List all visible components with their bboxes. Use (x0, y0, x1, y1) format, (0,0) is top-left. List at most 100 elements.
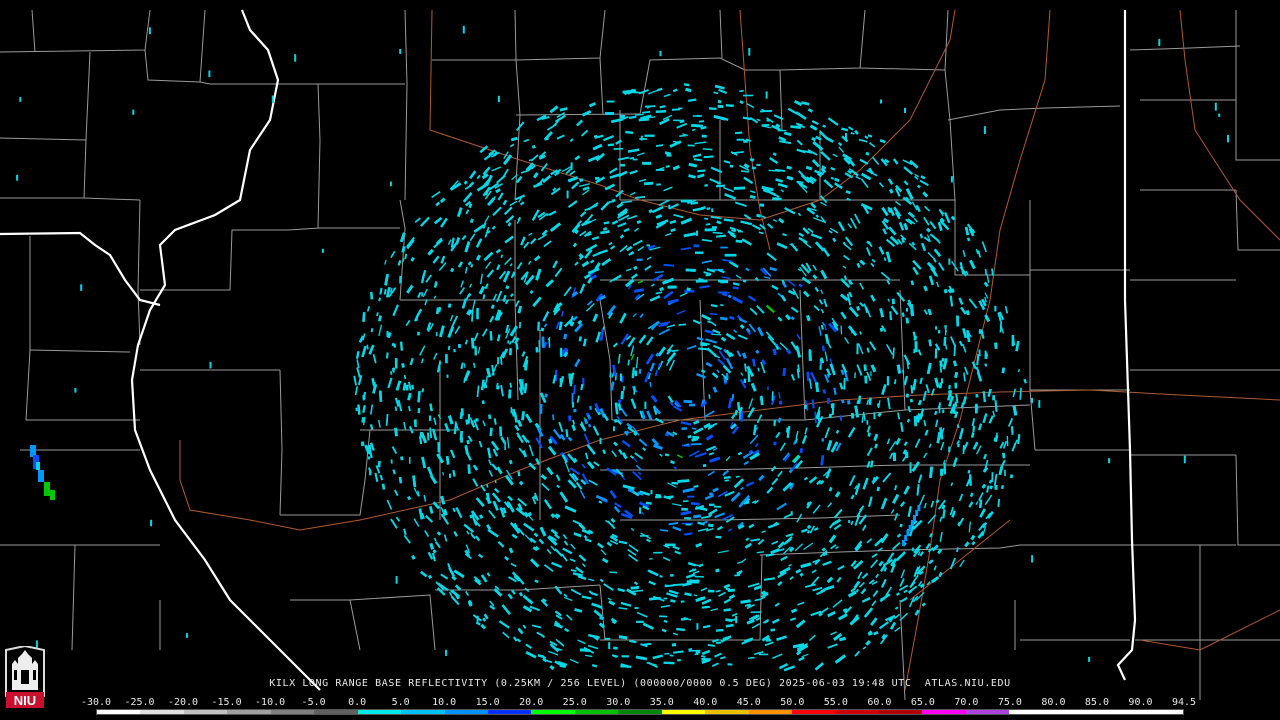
radar-echo (733, 186, 746, 190)
scale-label: -25.0 (124, 697, 155, 708)
radar-echo (729, 164, 734, 168)
scale-segment (1009, 710, 1053, 714)
scale-label: 35.0 (649, 697, 674, 708)
radar-echo (405, 384, 409, 391)
radar-echo (750, 611, 762, 613)
radar-echo (605, 112, 614, 115)
scale-label: 30.0 (606, 697, 631, 708)
radar-echo (659, 50, 662, 57)
radar-echo (623, 386, 625, 391)
radar-echo (937, 330, 941, 334)
radar-echo (453, 349, 456, 353)
radar-echo (573, 408, 577, 413)
radar-echo (681, 427, 688, 431)
radar-echo (677, 658, 681, 662)
radar-echo (704, 228, 717, 232)
scale-label: 70.0 (954, 697, 979, 708)
radar-echo (1088, 656, 1091, 662)
radar-echo (681, 507, 688, 511)
radar-echo (689, 403, 695, 407)
scale-label: 50.0 (780, 697, 805, 708)
radar-echo (1158, 38, 1161, 46)
radar-echo (948, 446, 951, 453)
radar-echo (496, 385, 500, 390)
radar-echo (421, 292, 423, 297)
radar-echo (808, 350, 812, 361)
radar-echo (708, 589, 715, 593)
radar-echo (725, 587, 730, 591)
radar-echo (294, 54, 297, 62)
radar-echo (655, 169, 665, 171)
radar-echo (399, 276, 402, 284)
radar-echo (1227, 134, 1229, 143)
radar-echo (650, 489, 653, 495)
scale-label: 0.0 (348, 697, 367, 708)
timezone: UTC (891, 678, 912, 689)
scale-segment (227, 710, 271, 714)
radar-echo (659, 615, 668, 618)
radar-echo (705, 274, 711, 277)
radar-echo (1218, 113, 1221, 117)
scale-label: 20.0 (519, 697, 544, 708)
radar-echo (913, 348, 916, 354)
radar-echo (613, 426, 615, 432)
niu-logo: NIU (5, 646, 45, 708)
scale-label: 94.5 (1171, 697, 1197, 708)
radar-echo (978, 349, 981, 357)
radar-echo (510, 407, 513, 414)
radar-echo (566, 190, 569, 199)
radar-echo (827, 397, 830, 404)
radar-echo (639, 507, 642, 514)
radar-echo (370, 291, 373, 300)
radar-echo (819, 361, 822, 366)
radar-echo (770, 628, 775, 632)
scale-label: 75.0 (997, 697, 1022, 708)
radar-echo (663, 597, 668, 600)
radar-echo (687, 144, 695, 147)
radar-echo (519, 322, 521, 329)
radar-echo (685, 523, 692, 526)
radar-echo (891, 298, 895, 305)
radar-echo (1038, 400, 1041, 408)
radar-echo (644, 401, 647, 409)
radar-echo (642, 161, 651, 165)
scale-segment (965, 710, 1010, 714)
radar-echo (696, 279, 708, 283)
radar-echo (711, 226, 717, 229)
radar-echo (743, 139, 748, 143)
scale-segment (574, 710, 619, 714)
radar-echo (684, 517, 691, 520)
radar-echo (950, 176, 953, 183)
radar-echo (701, 134, 707, 138)
radar-echo (934, 348, 938, 359)
radar-echo (948, 385, 951, 390)
radar-echo (653, 551, 663, 554)
radar-echo (711, 208, 714, 212)
radar-echo (708, 503, 715, 506)
radar-echo (639, 138, 647, 140)
radar-echo (435, 332, 438, 337)
radar-echo (687, 495, 695, 498)
radar-echo (975, 394, 979, 398)
radar-echo (994, 305, 997, 312)
radar-echo (935, 326, 938, 330)
scale-label: -30.0 (80, 697, 112, 708)
scale-label: 45.0 (736, 697, 761, 708)
product-resolution: (0.25KM / 256 LEVEL) (494, 678, 627, 689)
scale-segment (792, 710, 836, 714)
radar-echo (765, 91, 768, 99)
scan-time: 19:48 (851, 678, 885, 689)
radar-echo (445, 354, 448, 364)
scale-label: 10.0 (432, 697, 457, 708)
radar-echo (509, 348, 512, 356)
radar-echo (458, 343, 461, 348)
radar-echo (394, 358, 398, 369)
radar-echo (395, 576, 398, 584)
radar-echo (873, 412, 876, 420)
scale-label: 25.0 (562, 697, 587, 708)
radar-echo (761, 124, 770, 126)
radar-echo (913, 335, 917, 341)
scale-segment (618, 710, 662, 714)
radar-echo (559, 347, 563, 357)
radar-echo (708, 523, 714, 528)
